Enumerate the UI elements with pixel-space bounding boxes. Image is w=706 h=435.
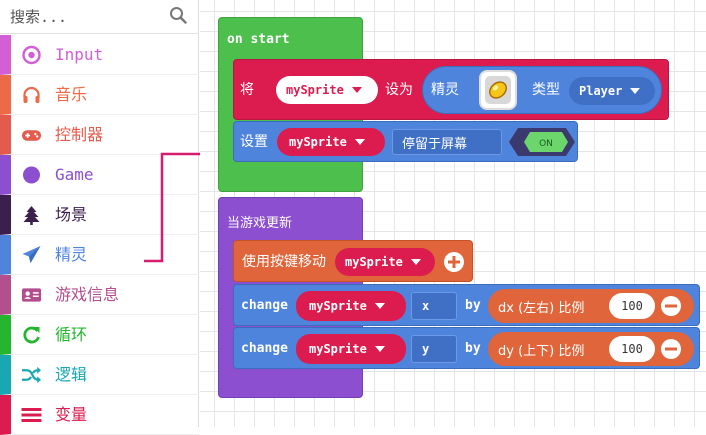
search-input[interactable] <box>8 4 162 30</box>
set-label: 设置 <box>240 134 268 150</box>
variable-value: mySprite <box>289 135 347 149</box>
shuffle-icon <box>21 366 42 384</box>
variable-value: mySprite <box>309 342 367 356</box>
chevron-down-icon <box>374 303 385 309</box>
variable-value: mySprite <box>309 299 367 313</box>
category-label: 变量 <box>55 405 88 424</box>
search-icon[interactable] <box>169 6 187 24</box>
variable-dropdown[interactable]: mySprite <box>296 291 406 321</box>
move-with-buttons-block[interactable]: 使用按键移动 mySprite <box>233 240 473 282</box>
variable-dropdown[interactable]: mySprite <box>296 334 406 364</box>
category-music[interactable]: 音乐 <box>0 75 199 115</box>
minus-circle-icon[interactable] <box>660 338 682 360</box>
by-label: by <box>465 341 481 356</box>
filled-circle-icon <box>23 166 40 184</box>
axis-value: y <box>422 342 430 356</box>
on-update-label: 当游戏更新 <box>227 216 293 231</box>
set-to-label: 设为 <box>385 82 413 98</box>
stay-in-screen-block[interactable]: 设置 mySprite 停留于屏幕 ON <box>233 121 578 162</box>
chevron-down-icon <box>354 139 365 145</box>
scale-number-input[interactable]: 100 <box>609 336 655 362</box>
category-label: Input <box>55 45 104 64</box>
category-label: 游戏信息 <box>55 285 120 304</box>
axis-dropdown[interactable]: x <box>411 292 457 320</box>
change-label: change <box>241 341 288 356</box>
set-prefix-label: 将 <box>240 82 254 98</box>
variable-dropdown[interactable]: mySprite <box>276 76 378 104</box>
move-label: 使用按键移动 <box>242 254 326 270</box>
scale-value: 100 <box>621 299 643 313</box>
category-label: 控制器 <box>55 125 104 144</box>
scale-value: 100 <box>621 342 643 356</box>
set-sprite-block[interactable]: 将 mySprite 设为 精灵 类型 Player <box>233 59 669 120</box>
expression-label: dy (上下) 比例 <box>498 343 585 359</box>
target-circle-icon <box>22 45 41 65</box>
scale-number-input[interactable]: 100 <box>609 293 655 319</box>
category-info[interactable]: 游戏信息 <box>0 275 199 315</box>
category-label: 音乐 <box>55 85 88 104</box>
category-loops[interactable]: 循环 <box>0 315 199 355</box>
on-start-label: on start <box>227 32 290 47</box>
category-label: 场景 <box>55 205 88 224</box>
expression-label: dx (左右) 比例 <box>498 300 585 316</box>
chevron-down-icon <box>630 88 641 94</box>
kind-value: Player <box>579 84 623 98</box>
sprite-thumbnail <box>485 76 511 104</box>
change-label: change <box>241 298 288 313</box>
headphones-icon <box>23 86 40 103</box>
chevron-down-icon <box>374 346 385 352</box>
lemon-sprite-icon <box>489 81 507 99</box>
variable-dropdown[interactable]: mySprite <box>277 128 385 156</box>
sprite-label: 精灵 <box>431 82 459 98</box>
change-y-block[interactable]: change mySprite y by dy (上下) 比例 100 <box>233 327 700 369</box>
chevron-down-icon <box>351 87 362 93</box>
option-value: 停留于屏幕 <box>402 136 468 152</box>
toggle-label: ON <box>539 139 553 149</box>
axis-dropdown[interactable]: y <box>411 335 457 363</box>
category-label: 精灵 <box>55 245 88 264</box>
minus-circle-icon[interactable] <box>660 295 682 317</box>
variable-value: mySprite <box>286 83 344 97</box>
sprite-image-picker[interactable] <box>479 70 517 110</box>
id-card-icon <box>21 288 42 302</box>
category-logic[interactable]: 逻辑 <box>0 355 199 395</box>
chevron-down-icon <box>410 259 421 265</box>
gamepad-icon <box>21 130 42 141</box>
variable-value: mySprite <box>345 255 403 269</box>
sprite-create-block[interactable]: 精灵 类型 Player <box>422 66 662 114</box>
kind-label: 类型 <box>532 82 560 98</box>
paper-plane-icon <box>22 246 41 263</box>
variable-dropdown[interactable]: mySprite <box>335 248 435 276</box>
category-label: 循环 <box>55 325 88 344</box>
category-label: 逻辑 <box>55 365 88 384</box>
change-x-block[interactable]: change mySprite x by dx (左右) 比例 100 <box>233 284 700 326</box>
plus-circle-icon[interactable] <box>443 251 465 273</box>
toggle-switch[interactable]: ON <box>508 127 576 157</box>
axis-value: x <box>422 299 430 313</box>
workspace-canvas[interactable]: on start 将 mySprite 设为 精灵 类型 Player 设置 m… <box>200 0 706 427</box>
refresh-icon <box>23 326 40 344</box>
bars-icon <box>21 408 42 422</box>
option-dropdown[interactable]: 停留于屏幕 <box>392 129 502 155</box>
by-label: by <box>465 298 481 313</box>
category-variables[interactable]: 变量 <box>0 395 199 435</box>
search-bar <box>0 0 199 34</box>
tree-icon <box>23 206 40 225</box>
kind-dropdown[interactable]: Player <box>569 77 655 105</box>
category-label: Game <box>55 165 94 184</box>
category-input[interactable]: Input <box>0 35 199 75</box>
